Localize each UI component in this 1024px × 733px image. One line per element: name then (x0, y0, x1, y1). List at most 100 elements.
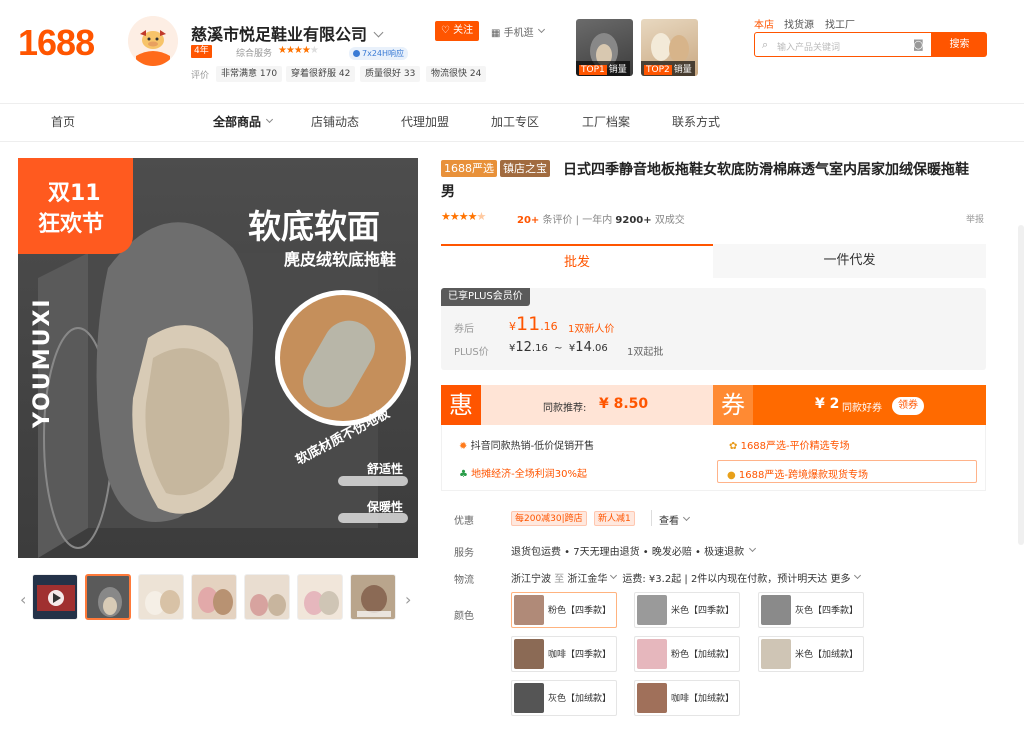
review-summary[interactable]: 20+ 条评价 | 一年内 9200+ 双成交 (517, 211, 685, 226)
color-option[interactable]: 粉色【加绒款】 (634, 636, 740, 672)
plus-price-label: PLUS价 (454, 347, 489, 358)
fox-icon: ● (727, 470, 736, 481)
coupon-price: ¥11.16 (509, 313, 558, 335)
chevron-right-icon[interactable]: › (405, 590, 411, 609)
promo-line2: 狂欢节 (38, 212, 105, 237)
color-option[interactable]: 咖啡【四季款】 (511, 636, 617, 672)
main-product-image[interactable]: 双11 狂欢节 软底软面 麂皮绒软底拖鞋 YOUMUXI 软底材质不伤地板 舒适… (18, 158, 418, 558)
coupon-note: 1双新人价 (568, 324, 615, 335)
top-rank-tag: TOP1 销量 (576, 61, 630, 76)
discount-tag[interactable]: 新人减1 (594, 511, 635, 526)
swatch-image (637, 639, 667, 669)
promo-line1: 双11 (48, 181, 101, 206)
thumb-image[interactable] (244, 574, 290, 620)
report-link[interactable]: 举报 (966, 212, 984, 225)
scrollbar[interactable] (1018, 225, 1024, 545)
recommend-price: ¥ 8.50 (599, 396, 649, 412)
camera-icon[interactable]: ◙ (913, 38, 924, 51)
divider (0, 141, 1024, 142)
promo-item[interactable]: ✿ 1688严选-平价精选专场 (729, 437, 850, 452)
eval-chip[interactable]: 穿着很舒服 42 (286, 66, 356, 82)
nav-processing[interactable]: 加工专区 (491, 113, 539, 130)
search-button[interactable]: 搜索 (932, 32, 987, 57)
follow-button[interactable]: ♡ 关注 (435, 21, 479, 41)
sun-icon: ✹ (459, 441, 468, 452)
nav-home[interactable]: 首页 (51, 113, 75, 130)
chevron-left-icon[interactable]: ‹ (20, 590, 26, 609)
color-option[interactable]: 米色【四季款】 (634, 592, 740, 628)
color-option[interactable]: 咖啡【加绒款】 (634, 680, 740, 716)
divider (0, 103, 1024, 104)
product-rating-stars: ★★★★★ (441, 210, 486, 223)
chevron-down-icon (610, 571, 618, 580)
tab-dropship[interactable]: 一件代发 (713, 244, 986, 278)
site-logo[interactable]: 1688 (18, 22, 95, 64)
image-subline: 麂皮绒软底拖鞋 (284, 250, 397, 269)
thumb-image[interactable] (138, 574, 184, 620)
chevron-down-icon (265, 115, 274, 124)
color-option[interactable]: 灰色【四季款】 (758, 592, 864, 628)
claim-coupon-button[interactable]: 领券 (892, 397, 924, 415)
nav-contact[interactable]: 联系方式 (672, 113, 720, 130)
chevron-down-icon (853, 571, 861, 580)
logistics-info[interactable]: 浙江宁波 至 浙江金华 运费: ¥3.2起 | 2件以内现在付款，预计明天达 更多 (511, 570, 861, 585)
nav-shop-news[interactable]: 店铺动态 (311, 113, 359, 130)
divider (651, 510, 652, 526)
swatch-image (637, 595, 667, 625)
flower-icon: ✿ (729, 441, 738, 452)
promo-item[interactable]: ✹ 抖音同款热销-低价促销开售 (459, 437, 594, 452)
shop-avatar[interactable] (128, 16, 178, 66)
qrcode-icon: ▦ (491, 28, 504, 39)
company-name[interactable]: 慈溪市悦足鞋业有限公司 (191, 21, 384, 45)
color-option[interactable]: 灰色【加绒款】 (511, 680, 617, 716)
rating-stars: ★★★★★ (278, 45, 319, 56)
chevron-down-icon (682, 513, 691, 522)
color-label: 颜色 (454, 611, 474, 622)
service-text[interactable]: 退货包运费 • 7天无理由退货 • 晚发必赔 • 极速退款 (511, 543, 757, 558)
eval-chip[interactable]: 物流很快 24 (426, 66, 487, 82)
top-product-2[interactable]: TOP2 销量 (641, 19, 698, 76)
swatch-image (761, 595, 791, 625)
color-option[interactable]: 米色【加绒款】 (758, 636, 864, 672)
thumb-image[interactable] (297, 574, 343, 620)
composite-service-label: 综合服务 (236, 49, 273, 59)
coupon-icon: 券 (713, 385, 753, 425)
search-input[interactable]: ⌕ 输入产品关键词 ◙ (754, 32, 932, 57)
swatch-image (514, 683, 544, 713)
product-title: 日式四季静音地板拖鞋女软底防滑棉麻透气室内居家加绒保暖拖鞋男 (441, 162, 969, 200)
chevron-down-icon (537, 25, 545, 34)
nav-agency[interactable]: 代理加盟 (401, 113, 449, 130)
promo-item[interactable]: ♣ 地摊经济-全场利润30%起 (459, 465, 587, 480)
feature-comfort: 舒适性 (367, 462, 404, 476)
discount-icon: 惠 (441, 385, 481, 425)
thumb-image[interactable] (85, 574, 131, 620)
search-tab-store[interactable]: 本店 (754, 16, 774, 31)
thumb-image[interactable] (350, 574, 396, 620)
swatch-image (637, 683, 667, 713)
image-headline: 软底软面 (248, 207, 380, 246)
nav-factory-profile[interactable]: 工厂档案 (582, 113, 630, 130)
color-option[interactable]: 粉色【四季款】 (511, 592, 617, 628)
tab-wholesale[interactable]: 批发 (441, 244, 713, 278)
search-placeholder: 输入产品关键词 (777, 43, 841, 53)
mobile-browse[interactable]: ▦ 手机逛 (491, 24, 545, 39)
coupon-price-label: 券后 (454, 324, 474, 335)
thumb-image[interactable] (191, 574, 237, 620)
eval-chip[interactable]: 非常满意 170 (216, 66, 283, 82)
discount-tag[interactable]: 每200减30|跨店 (511, 511, 587, 526)
search-tab-factory[interactable]: 找工厂 (825, 16, 855, 31)
headset-icon (353, 50, 360, 57)
nav-all-products[interactable]: 全部商品 (213, 113, 274, 130)
search-icon: ⌕ (762, 38, 769, 51)
top-product-1[interactable]: TOP1 销量 (576, 19, 633, 76)
service-label: 服务 (454, 548, 474, 559)
thumb-video[interactable] (32, 574, 78, 620)
plus-price-range: ¥12.16 ~ ¥14.06 (509, 340, 608, 355)
eval-chip[interactable]: 质量很好 33 (360, 66, 421, 82)
view-discounts[interactable]: 查看 (659, 512, 691, 527)
swatch-image (514, 595, 544, 625)
promo-item-highlighted[interactable]: ● 1688严选-跨境爆款现货专场 (717, 460, 977, 483)
search-tab-source[interactable]: 找货源 (784, 16, 814, 31)
swatch-image (514, 639, 544, 669)
promo-badge: 双11 狂欢节 (18, 158, 133, 254)
